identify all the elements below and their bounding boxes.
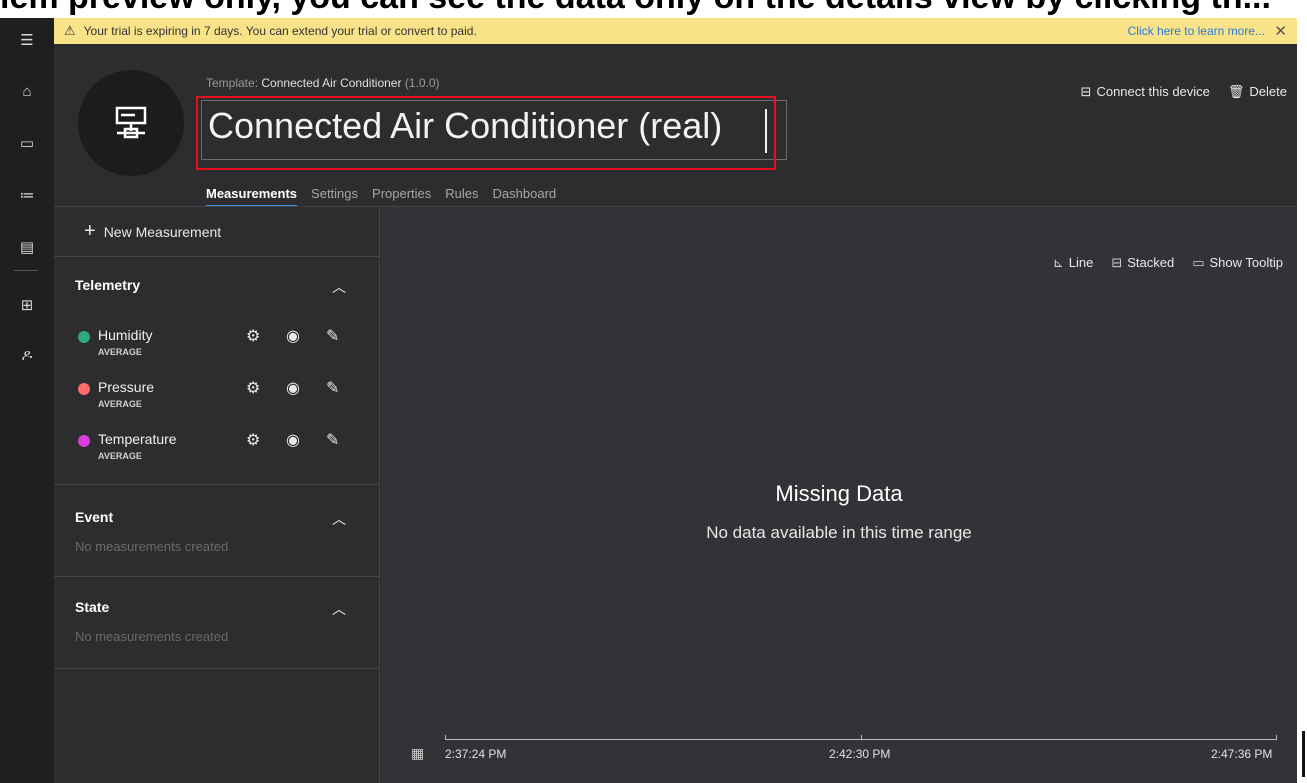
missing-data-subtitle: No data available in this time range: [706, 523, 972, 542]
cropped-header-text: lem preview only, you can see the data o…: [0, 0, 1271, 17]
dashboard-icon[interactable]: ⊞: [0, 290, 54, 320]
tab-measurements[interactable]: Measurements: [206, 186, 298, 207]
delete-label: Delete: [1249, 84, 1287, 99]
template-info: Template: Connected Air Conditioner (1.0…: [206, 76, 440, 90]
rules-icon[interactable]: ≔: [0, 180, 54, 210]
connect-label: Connect this device: [1096, 84, 1210, 99]
telemetry-section: Telemetry ︿ Humidity AVERAGE ⚙ ◉ ✎ Press…: [54, 257, 380, 485]
title-highlight-box: [196, 96, 776, 170]
visibility-eye-icon[interactable]: ◉: [286, 378, 300, 398]
tab-settings[interactable]: Settings: [311, 186, 358, 207]
chart-toolbar: ⊾ Line ⊟ Stacked ▭ Show Tooltip: [1053, 255, 1283, 271]
measurement-name: Pressure: [98, 379, 155, 395]
event-empty-text: No measurements created: [75, 539, 229, 554]
template-version: (1.0.0): [404, 76, 440, 90]
axis-tick: [1276, 735, 1277, 740]
left-nav-rail: ☰ ⌂ ▭ ≔ ▤ ⊞ ዶ: [0, 18, 54, 783]
trash-icon: 🗑: [1227, 84, 1245, 99]
settings-gear-icon[interactable]: ⚙: [246, 378, 260, 398]
trial-message: Your trial is expiring in 7 days. You ca…: [83, 24, 477, 38]
measurement-name: Humidity: [98, 327, 153, 343]
home-icon[interactable]: ⌂: [0, 76, 54, 106]
show-tooltip-button[interactable]: ▭ Show Tooltip: [1192, 255, 1283, 271]
chart-area: ⊾ Line ⊟ Stacked ▭ Show Tooltip Missing Dat…: [381, 206, 1297, 783]
measurement-aggregation: AVERAGE: [98, 451, 142, 461]
cropped-page-header: lem preview only, you can see the data o…: [0, 0, 1307, 20]
right-edge-marker: [1302, 731, 1305, 777]
measurement-name: Temperature: [98, 431, 177, 447]
line-chart-icon: ⊾: [1052, 255, 1064, 270]
chevron-up-icon[interactable]: ︿: [332, 599, 346, 619]
axis-tick: [445, 735, 446, 740]
new-measurement-button[interactable]: + New Measurement: [54, 207, 380, 257]
new-measurement-label: New Measurement: [103, 223, 222, 240]
settings-gear-icon[interactable]: ⚙: [246, 430, 260, 450]
header-actions: ⊟ Connect this device 🗑 Delete: [1081, 84, 1287, 100]
state-section: State ︿ No measurements created: [54, 577, 380, 669]
tab-dashboard[interactable]: Dashboard: [493, 186, 557, 207]
connect-icon: ⊟: [1080, 84, 1092, 99]
warning-icon: ⚠: [64, 23, 76, 38]
event-section: Event ︿ No measurements created: [54, 485, 380, 577]
measurements-panel: + New Measurement Telemetry ︿ Humidity A…: [54, 206, 380, 783]
right-edge-strip: [1297, 18, 1307, 783]
chevron-up-icon[interactable]: ︿: [332, 277, 346, 297]
template-label: Template:: [206, 76, 259, 90]
measurement-item-humidity: Humidity AVERAGE ⚙ ◉ ✎: [78, 327, 368, 363]
state-empty-text: No measurements created: [75, 629, 229, 644]
delete-button[interactable]: 🗑 Delete: [1228, 84, 1287, 100]
missing-data-title: Missing Data: [775, 481, 903, 506]
time-label-mid: 2:42:30 PM: [829, 747, 891, 761]
stacked-chart-button[interactable]: ⊟ Stacked: [1111, 255, 1174, 271]
chevron-up-icon[interactable]: ︿: [332, 509, 346, 529]
calendar-icon[interactable]: ▦: [411, 745, 424, 762]
trial-banner: ⚠ Your trial is expiring in 7 days. You …: [54, 18, 1297, 44]
tooltip-icon: ▭: [1192, 255, 1205, 270]
measurement-aggregation: AVERAGE: [98, 347, 142, 357]
settings-gear-icon[interactable]: ⚙: [246, 326, 260, 346]
event-title: Event: [75, 509, 114, 525]
template-name[interactable]: Connected Air Conditioner: [261, 76, 401, 90]
humidity-color-dot: [78, 331, 90, 343]
users-icon[interactable]: ዶ: [0, 340, 54, 370]
rail-divider: [14, 270, 38, 271]
pressure-color-dot: [78, 383, 90, 395]
stacked-chart-icon: ⊟: [1111, 255, 1123, 270]
connect-device-button[interactable]: ⊟ Connect this device: [1081, 84, 1210, 100]
app-window: ☰ ⌂ ▭ ≔ ▤ ⊞ ዶ ⚠ Your trial is expiring i…: [0, 18, 1307, 783]
line-chart-button[interactable]: ⊾ Line: [1053, 255, 1093, 271]
tab-rules[interactable]: Rules: [445, 186, 478, 207]
device-avatar: [78, 70, 184, 176]
temperature-color-dot: [78, 435, 90, 447]
learn-more-link[interactable]: Click here to learn more...: [1128, 24, 1265, 38]
close-icon[interactable]: ✕: [1274, 22, 1287, 40]
time-label-end: 2:47:36 PM: [1211, 747, 1273, 761]
tooltip-label: Show Tooltip: [1209, 255, 1283, 270]
connected-device-icon: [115, 106, 147, 139]
time-label-start: 2:37:24 PM: [445, 747, 507, 761]
edit-pencil-icon[interactable]: ✎: [326, 378, 339, 398]
device-tabs: Measurements Settings Properties Rules D…: [206, 186, 570, 207]
telemetry-title: Telemetry: [75, 277, 141, 293]
visibility-eye-icon[interactable]: ◉: [286, 430, 300, 450]
analytics-icon[interactable]: ▤: [0, 232, 54, 262]
device-header: Template: Connected Air Conditioner (1.0…: [54, 44, 1297, 207]
edit-pencil-icon[interactable]: ✎: [326, 430, 339, 450]
stacked-label: Stacked: [1127, 255, 1175, 270]
visibility-eye-icon[interactable]: ◉: [286, 326, 300, 346]
axis-tick: [861, 735, 862, 740]
menu-icon[interactable]: ☰: [0, 25, 54, 55]
state-title: State: [75, 599, 110, 615]
plus-icon: +: [84, 220, 96, 242]
measurement-item-temperature: Temperature AVERAGE ⚙ ◉ ✎: [78, 431, 368, 467]
device-icon[interactable]: ▭: [0, 128, 54, 158]
tab-properties[interactable]: Properties: [372, 186, 431, 207]
measurement-aggregation: AVERAGE: [98, 399, 142, 409]
edit-pencil-icon[interactable]: ✎: [326, 326, 339, 346]
line-label: Line: [1068, 255, 1094, 270]
measurement-item-pressure: Pressure AVERAGE ⚙ ◉ ✎: [78, 379, 368, 415]
